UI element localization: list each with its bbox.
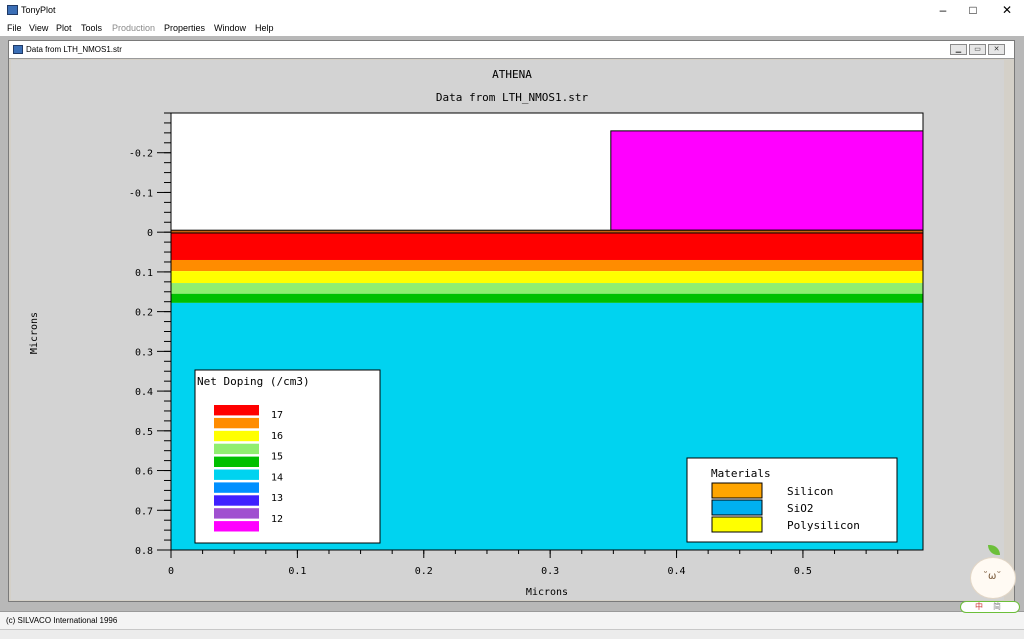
doping-band-2 xyxy=(171,271,923,284)
doping-legend[interactable]: Net Doping (/cm3) 17 16 15 14 13 12 xyxy=(194,369,381,544)
menu-view[interactable]: View xyxy=(29,23,48,33)
ime-mascot-icon[interactable]: ˘ω˘ xyxy=(970,557,1016,599)
tonyplot-app-icon xyxy=(7,5,18,15)
materials-legend[interactable]: Materials Silicon SiO2 Polysilicon xyxy=(686,457,898,543)
material-region-sio2 xyxy=(170,229,924,234)
material-swatch xyxy=(711,482,763,499)
maximize-button[interactable]: □ xyxy=(958,2,988,18)
menu-tools[interactable]: Tools xyxy=(81,23,102,33)
status-bar: (c) SILVACO International 1996 xyxy=(0,611,1024,630)
x-tick-label: 0 xyxy=(168,566,174,577)
doping-swatch xyxy=(214,508,259,519)
document-title: Data from LTH_NMOS1.str xyxy=(26,45,122,54)
doc-restore-button[interactable]: ▭ xyxy=(969,44,986,55)
x-axis-label: Microns xyxy=(526,587,568,598)
doping-legend-label: 13 xyxy=(271,493,283,504)
ime-mascot-face: ˘ω˘ xyxy=(983,571,1002,582)
y-tick-label: 0.8 xyxy=(135,546,153,557)
x-tick-label: 0.4 xyxy=(668,566,686,577)
menu-plot[interactable]: Plot xyxy=(56,23,72,33)
x-tick-label: 0.3 xyxy=(541,566,559,577)
doping-swatch xyxy=(214,521,259,532)
material-label: Polysilicon xyxy=(787,519,860,532)
material-swatch xyxy=(711,516,763,533)
doping-swatch xyxy=(214,482,259,493)
app-title: TonyPlot xyxy=(21,5,56,15)
x-tick-label: 0.2 xyxy=(415,566,433,577)
y-tick-label: 0.6 xyxy=(135,467,153,478)
leaf-icon xyxy=(988,545,1000,555)
document-titlebar[interactable]: Data from LTH_NMOS1.str ▁ ▭ ✕ xyxy=(9,41,1014,59)
doping-legend-label: 12 xyxy=(271,514,283,525)
plot-canvas[interactable]: ATHENA Data from LTH_NMOS1.str Microns M… xyxy=(11,60,1004,600)
doping-band-4 xyxy=(171,293,923,303)
menu-help[interactable]: Help xyxy=(255,23,274,33)
document-icon xyxy=(13,45,23,54)
material-label: SiO2 xyxy=(787,502,814,515)
doping-swatch xyxy=(214,430,259,442)
menu-window[interactable]: Window xyxy=(214,23,246,33)
ime-mode-chinese[interactable]: 中 xyxy=(975,602,983,612)
menu-properties[interactable]: Properties xyxy=(164,23,205,33)
x-tick-label: 0.1 xyxy=(288,566,306,577)
x-tick-label: 0.5 xyxy=(794,566,812,577)
doping-legend-label: 16 xyxy=(271,431,283,442)
materials-legend-title: Materials xyxy=(711,467,771,480)
ime-widget[interactable]: ˘ω˘ 中 简 xyxy=(958,545,1020,613)
y-tick-label: -0.2 xyxy=(129,149,153,160)
plot-subtitle: Data from LTH_NMOS1.str xyxy=(436,91,589,104)
doping-legend-label: 15 xyxy=(271,452,283,463)
doping-swatch xyxy=(214,417,259,429)
doping-swatch xyxy=(214,456,259,467)
plot-title: ATHENA xyxy=(492,68,532,81)
ime-mode-simplified[interactable]: 简 xyxy=(993,602,1001,612)
y-tick-label: 0.5 xyxy=(135,427,153,438)
y-tick-label: 0.3 xyxy=(135,347,153,358)
material-swatch xyxy=(711,499,763,516)
doping-swatch xyxy=(214,405,259,416)
y-tick-label: 0.1 xyxy=(135,268,153,279)
minimize-button[interactable]: – xyxy=(928,2,958,18)
material-label: Silicon xyxy=(787,485,833,498)
material-region-polysilicon xyxy=(610,130,924,231)
menu-bar: File View Plot Tools Production Properti… xyxy=(0,20,1024,36)
close-button[interactable]: ✕ xyxy=(992,2,1022,18)
doping-band-1 xyxy=(171,259,923,272)
doc-close-button[interactable]: ✕ xyxy=(988,44,1005,55)
y-tick-label: 0.4 xyxy=(135,387,153,398)
y-axis-label: Microns xyxy=(29,312,40,354)
menu-production: Production xyxy=(112,23,156,33)
structure-plot[interactable]: ATHENA Data from LTH_NMOS1.str Microns M… xyxy=(11,60,1004,600)
doping-band-0 xyxy=(171,232,923,260)
menu-file[interactable]: File xyxy=(7,23,22,33)
doping-legend-label: 14 xyxy=(271,472,283,483)
doping-legend-label: 17 xyxy=(271,410,283,421)
doping-legend-title: Net Doping (/cm3) xyxy=(197,375,310,388)
doping-swatch xyxy=(214,443,259,455)
copyright-text: (c) SILVACO International 1996 xyxy=(6,616,118,625)
doping-swatch xyxy=(214,495,259,506)
ime-language-bar[interactable]: 中 简 xyxy=(960,601,1020,613)
app-titlebar: TonyPlot – □ ✕ xyxy=(0,0,1024,20)
doping-swatch xyxy=(214,469,259,480)
y-tick-label: 0.7 xyxy=(135,506,153,517)
y-tick-label: 0.2 xyxy=(135,308,153,319)
y-tick-label: -0.1 xyxy=(129,188,153,199)
doping-band-3 xyxy=(171,283,923,294)
y-tick-label: 0 xyxy=(147,228,153,239)
doc-minimize-button[interactable]: ▁ xyxy=(950,44,967,55)
